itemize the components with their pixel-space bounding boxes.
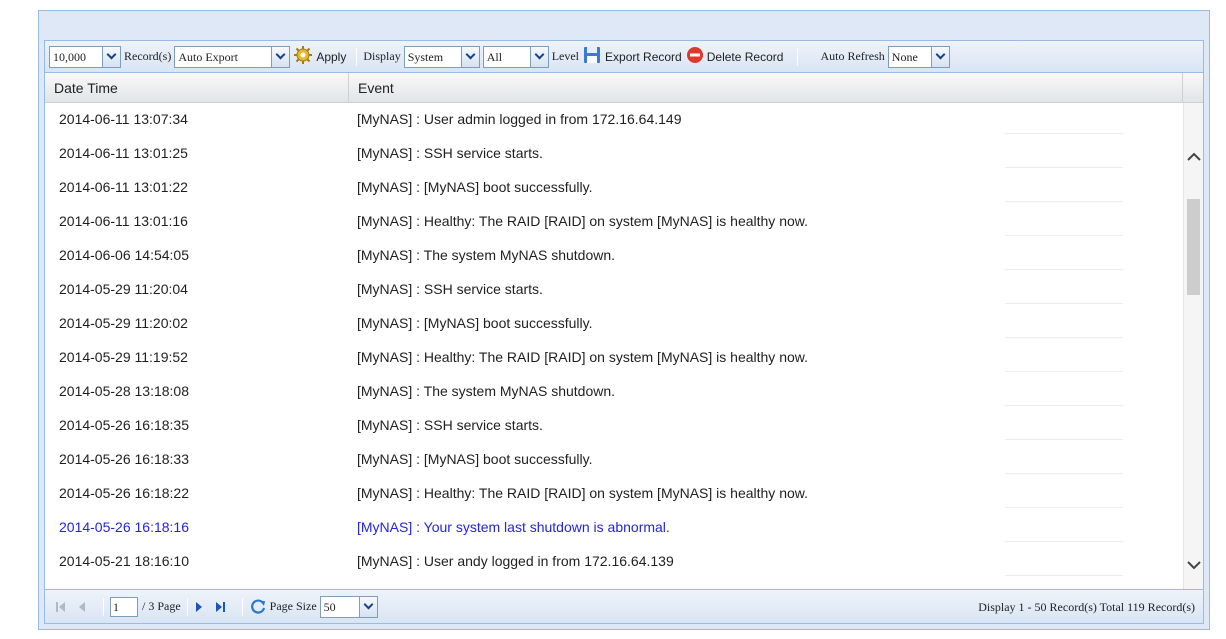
records-label: Record(s) <box>124 49 172 63</box>
paging-separator <box>186 597 188 616</box>
cell-event: [MyNAS] : SSH service starts. <box>357 417 543 433</box>
page-number-input[interactable]: 1 <box>110 596 138 617</box>
event-grid: Date Time Event 2014-06-11 13:07:34 [MyNA… <box>45 73 1203 589</box>
cell-event: [MyNAS] : The system MyNAS shutdown. <box>357 247 616 263</box>
cell-event: [MyNAS] : [MyNAS] boot successfully. <box>357 451 593 467</box>
chevron-down-icon[interactable] <box>461 45 480 68</box>
cell-date-time: 2014-05-26 16:18:33 <box>59 451 189 467</box>
cell-event: [MyNAS] : [MyNAS] boot successfully. <box>357 179 593 195</box>
cell-date-time: 2014-06-11 13:01:22 <box>59 179 188 195</box>
grid-header: Date Time Event <box>45 73 1203 103</box>
paging-toolbar: 1 / 3 Page Page Size 50 Display 1 - 50 R… <box>45 589 1203 623</box>
scroll-up-icon[interactable] <box>1184 147 1203 167</box>
cell-event: [MyNAS] : Healthy: The RAID [RAID] on sy… <box>357 213 809 229</box>
table-row[interactable]: 2014-06-06 14:54:05 [MyNAS] : The system … <box>45 239 1183 273</box>
cell-date-time: 2014-05-26 16:18:35 <box>59 417 189 433</box>
chevron-down-icon[interactable] <box>272 45 291 68</box>
level-select[interactable]: All <box>482 45 549 68</box>
cell-event: [MyNAS] : Your system last shutdown is a… <box>357 519 670 535</box>
table-row[interactable]: 2014-05-29 11:20:04 [MyNAS] : SSH service… <box>45 273 1183 307</box>
auto-refresh-value: None <box>887 45 932 68</box>
cell-event: [MyNAS] : SSH service starts. <box>357 145 543 161</box>
apply-label: Apply <box>316 49 347 64</box>
cell-date-time: 2014-05-21 18:16:10 <box>59 553 189 569</box>
last-page-icon[interactable] <box>214 601 226 613</box>
export-record-button[interactable]: Export Record <box>582 45 682 68</box>
table-row[interactable]: 2014-05-26 16:18:35 [MyNAS] : SSH service… <box>45 409 1183 443</box>
table-row[interactable]: 2014-05-29 11:20:02 [MyNAS] : [MyNAS] boo… <box>45 307 1183 341</box>
records-count-select[interactable]: 10,000 <box>49 45 121 68</box>
cell-date-time: 2014-05-28 13:18:08 <box>59 383 189 399</box>
first-page-icon[interactable] <box>55 601 67 613</box>
cell-event: [MyNAS] : Healthy: The RAID [RAID] on sy… <box>357 485 809 501</box>
cell-date-time: 2014-05-26 16:18:22 <box>59 485 189 501</box>
export-record-label: Export Record <box>605 49 682 64</box>
chevron-down-icon[interactable] <box>530 45 549 68</box>
chevron-down-icon[interactable] <box>359 595 378 618</box>
cell-event: [MyNAS] : [MyNAS] boot successfully. <box>357 315 593 331</box>
delete-record-label: Delete Record <box>706 49 784 64</box>
table-row[interactable]: 2014-06-11 13:01:25 [MyNAS] : SSH service… <box>45 137 1183 171</box>
table-row[interactable]: 2014-05-29 11:19:52 [MyNAS] : Healthy: Th… <box>45 341 1183 375</box>
next-page-icon[interactable] <box>194 601 204 613</box>
cell-event: [MyNAS] : User admin logged in from 172.… <box>357 111 682 127</box>
prev-page-icon[interactable] <box>77 601 87 613</box>
table-row[interactable]: 2014-05-28 13:18:08 [MyNAS] : The system … <box>45 375 1183 409</box>
cell-date-time: 2014-05-29 11:20:02 <box>59 315 188 331</box>
records-count-value: 10,000 <box>49 45 103 68</box>
paging-separator <box>241 597 243 616</box>
table-row[interactable]: 2014-06-11 13:01:22 [MyNAS] : [MyNAS] boo… <box>45 171 1183 205</box>
column-header-date-time[interactable]: Date Time <box>45 73 349 103</box>
level-label: Level <box>551 49 580 63</box>
gear-icon <box>293 45 313 68</box>
vertical-scrollbar[interactable] <box>1183 103 1203 589</box>
cell-date-time: 2014-06-11 13:01:25 <box>59 145 188 161</box>
table-row[interactable]: 2014-05-26 16:18:33 [MyNAS] : [MyNAS] boo… <box>45 443 1183 477</box>
chevron-down-icon[interactable] <box>931 45 950 68</box>
toolbar: 10,000 Record(s) Auto Export Apply Displ… <box>45 41 1203 73</box>
delete-icon <box>686 46 704 67</box>
apply-button[interactable]: Apply <box>293 45 346 68</box>
auto-refresh-label: Auto Refresh <box>820 49 885 63</box>
refresh-icon[interactable] <box>249 598 267 616</box>
display-select[interactable]: System <box>403 45 480 68</box>
auto-refresh-select[interactable]: None <box>887 45 950 68</box>
page-size-value: 50 <box>319 595 360 618</box>
table-row[interactable]: 2014-05-26 16:18:22 [MyNAS] : Healthy: Th… <box>45 477 1183 511</box>
chevron-down-icon[interactable] <box>103 45 121 68</box>
grid-body: 2014-06-11 13:07:34 [MyNAS] : User admin … <box>45 103 1183 589</box>
table-row[interactable]: 2014-06-11 13:01:16 [MyNAS] : Healthy: Th… <box>45 205 1183 239</box>
cell-event: [MyNAS] : SSH service starts. <box>357 281 543 297</box>
page-total-label: / 3 Page <box>142 599 181 613</box>
paging-info: Display 1 - 50 Record(s) Total 119 Recor… <box>978 600 1195 614</box>
cell-date-time: 2014-05-29 11:20:04 <box>59 281 188 297</box>
level-value: All <box>482 45 531 68</box>
cell-date-time: 2014-06-06 14:54:05 <box>59 247 189 263</box>
table-row[interactable]: 2014-05-21 18:16:10 [MyNAS] : User andy l… <box>45 545 1183 579</box>
scroll-thumb[interactable] <box>1187 199 1200 295</box>
log-panel: 10,000 Record(s) Auto Export Apply Displ… <box>44 40 1204 624</box>
cell-event: [MyNAS] : User andy logged in from 172.1… <box>357 553 674 569</box>
cell-date-time: 2014-06-11 13:07:34 <box>59 111 188 127</box>
page-size-select[interactable]: 50 <box>319 595 378 618</box>
floppy-disk-icon <box>582 45 602 68</box>
display-value: System <box>403 45 462 68</box>
toolbar-separator <box>356 47 358 66</box>
table-row[interactable]: 2014-06-11 13:07:34 [MyNAS] : User admin … <box>45 103 1183 137</box>
export-mode-value: Auto Export <box>174 45 273 68</box>
cell-event: [MyNAS] : The system MyNAS shutdown. <box>357 383 616 399</box>
toolbar-separator <box>797 47 799 66</box>
cell-date-time: 2014-05-26 16:18:16 <box>59 519 189 535</box>
column-header-event[interactable]: Event <box>349 73 1183 103</box>
delete-record-button[interactable]: Delete Record <box>686 46 784 67</box>
page-size-label: Page Size <box>269 599 317 613</box>
cell-date-time: 2014-05-29 11:19:52 <box>59 349 188 365</box>
display-label: Display <box>363 49 401 63</box>
table-row[interactable]: 2014-05-26 16:18:16 [MyNAS] : Your system… <box>45 511 1183 545</box>
cell-date-time: 2014-06-11 13:01:16 <box>59 213 188 229</box>
paging-separator <box>103 597 104 616</box>
export-mode-select[interactable]: Auto Export <box>174 45 291 68</box>
cell-event: [MyNAS] : Healthy: The RAID [RAID] on sy… <box>357 349 809 365</box>
scroll-down-icon[interactable] <box>1184 555 1203 575</box>
